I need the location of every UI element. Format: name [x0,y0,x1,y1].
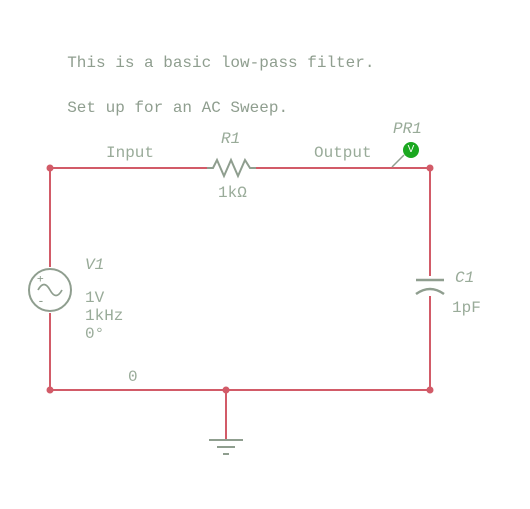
capacitor-value: 1pF [452,299,481,317]
wire-ground-stub [225,389,227,439]
ac-source-symbol: + - [28,267,72,313]
capacitor-symbol [416,276,444,296]
net-label-ground: 0 [128,368,138,386]
caption-line-2: Set up for an AC Sweep. [67,99,288,117]
probe-tip-icon [392,153,406,167]
wire-right-lower [429,296,431,391]
probe-name: PR1 [393,120,422,138]
capacitor-name: C1 [455,269,474,287]
source-name: V1 [85,256,104,274]
source-phase: 0° [85,325,104,343]
wire-top-right [256,167,431,169]
caption-line-1: This is a basic low-pass filter. [67,54,374,72]
resistor-symbol [207,159,256,177]
svg-text:-: - [37,294,45,309]
wire-top-left [49,167,207,169]
node-cap-bottom [427,387,434,394]
wire-bottom [49,389,431,391]
wire-left-upper [49,167,51,267]
resistor-value: 1kΩ [218,184,247,202]
source-amplitude: 1V [85,289,104,307]
diagram-caption: This is a basic low-pass filter. Set up … [48,30,374,120]
wire-left-lower [49,313,51,391]
node-source-bottom [47,387,54,394]
net-label-input: Input [106,144,154,162]
ground-symbol [209,439,243,457]
source-frequency: 1kHz [85,307,123,325]
probe-letter: V [408,144,415,155]
node-cap-top [427,165,434,172]
wire-right-upper [429,167,431,276]
svg-text:+: + [37,272,44,285]
net-label-output: Output [314,144,372,162]
node-ground-junction [223,387,230,394]
node-source-top [47,165,54,172]
resistor-name: R1 [221,130,240,148]
